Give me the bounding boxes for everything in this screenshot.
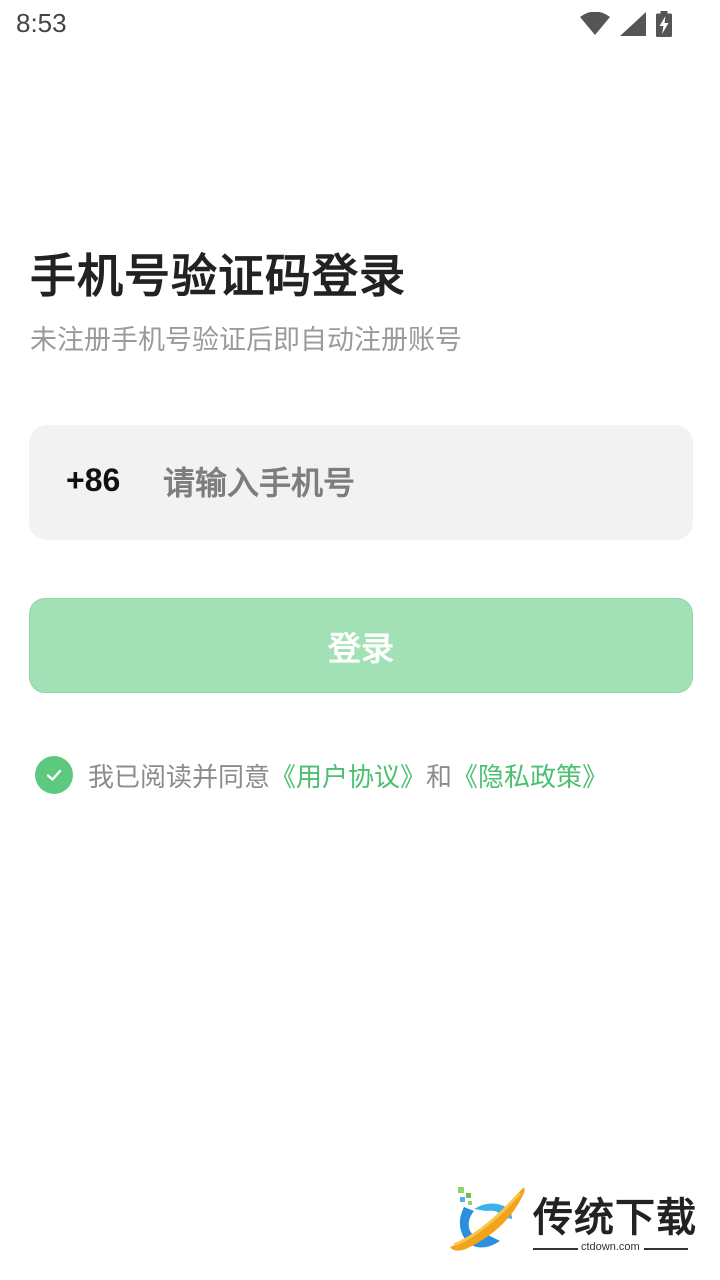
agreement-row: 我已阅读并同意 《用户协议》 和 《隐私政策》 (35, 755, 608, 795)
login-button[interactable]: 登录 (29, 598, 693, 693)
page-subtitle: 未注册手机号验证后即自动注册账号 (30, 325, 462, 356)
watermark-brand: 传统下载 (533, 1195, 697, 1241)
check-icon (46, 769, 62, 781)
agreement-conjunction: 和 (426, 762, 453, 793)
watermark-url: ctdown.com (581, 1241, 640, 1253)
watermark-logo: 传统下载 ctdown.com (448, 1183, 698, 1258)
login-screen: 8:53 手机号验证码登录 未注册手机号验证后即自动注册账号 +86 请输入手机… (0, 0, 720, 1280)
phone-input-container[interactable]: +86 (29, 425, 693, 540)
status-time: 8:53 (16, 8, 67, 38)
watermark-logo-icon (450, 1187, 525, 1251)
page-title: 手机号验证码登录 (30, 249, 406, 303)
watermark-line-right (644, 1248, 688, 1250)
status-bar: 8:53 (0, 0, 720, 50)
wifi-icon (580, 11, 610, 40)
agreement-checkbox[interactable] (35, 756, 73, 794)
battery-charging-icon (656, 11, 672, 41)
status-icons (580, 11, 672, 41)
agreement-prefix: 我已阅读并同意 (88, 762, 271, 793)
user-agreement-link[interactable]: 《用户协议》 (270, 757, 426, 794)
country-code[interactable]: +86 (66, 462, 120, 499)
watermark-line-left (533, 1248, 578, 1250)
privacy-policy-link[interactable]: 《隐私政策》 (452, 757, 608, 794)
signal-icon (620, 12, 646, 40)
phone-input[interactable] (163, 455, 653, 511)
